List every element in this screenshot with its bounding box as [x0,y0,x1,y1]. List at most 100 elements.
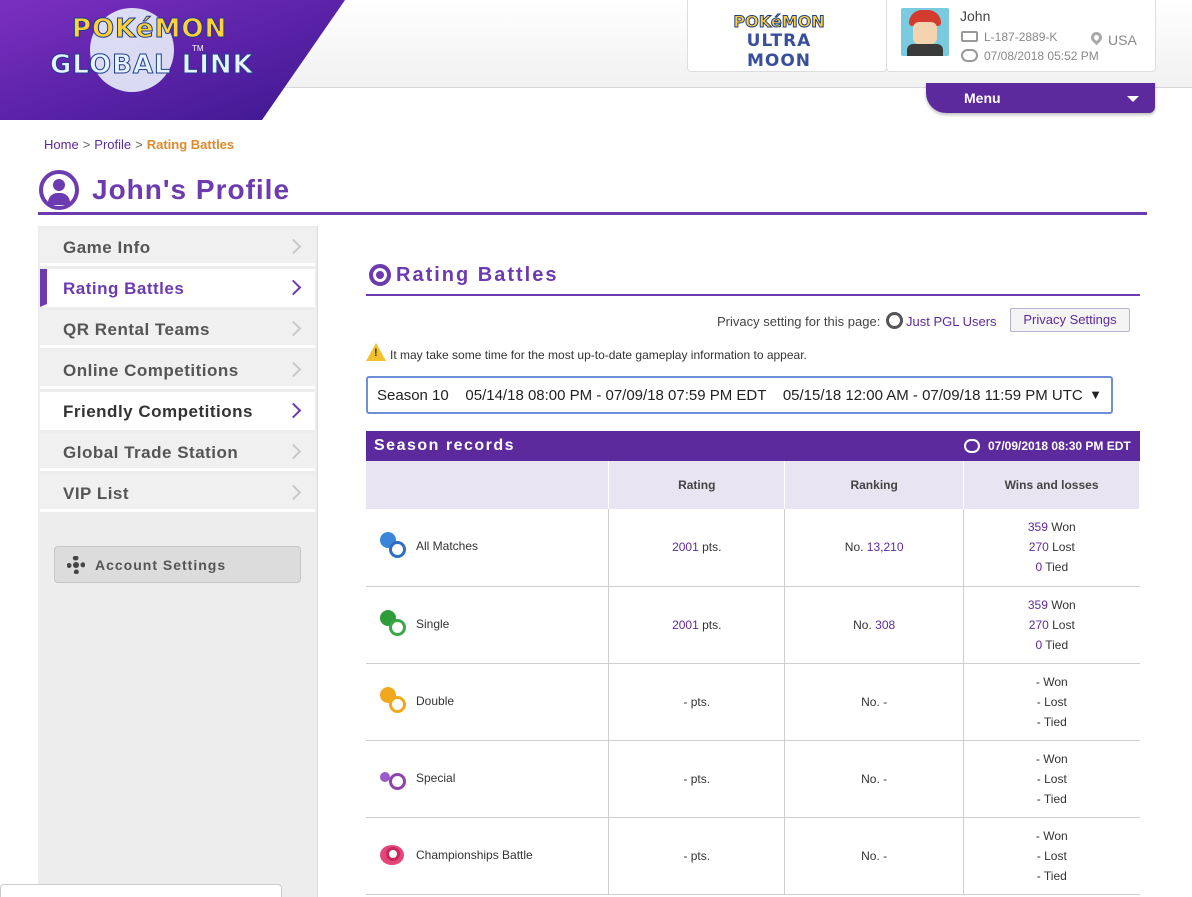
won-label: Won [1047,520,1076,535]
lost-label: Lost [1040,771,1067,786]
won-value: 359 [1027,597,1048,612]
ranking-prefix: No. [844,540,867,555]
lost-label: Lost [1040,848,1067,863]
won-value: 359 [1027,520,1048,535]
chevron-right-icon [285,484,302,501]
pokeball-icon [369,264,391,286]
user-datetime: 07/08/2018 05:52 PM [984,49,1099,63]
won-label: Won [1039,751,1068,766]
tied-label: Tied [1040,868,1067,883]
column-header-ranking: Ranking [784,461,965,509]
column-header-wins-losses: Wins and losses [963,461,1140,509]
sidebar-item-vip-list[interactable]: VIP List [40,474,315,512]
sidebar-item-label: Online Competitions [63,361,239,380]
user-id: L-187-2889-K [984,30,1058,44]
wins-losses-cell: - Won - Lost - Tied [963,740,1140,818]
update-notice: It may take some time for the most up-to… [390,348,807,362]
game-version-card: POKéMON ULTRA MOON [687,0,887,72]
table-header-row: Rating Ranking Wins and losses [366,461,1140,509]
format-name: All Matches [416,539,479,553]
ranking-cell: No. - [784,740,965,818]
rating-unit: pts. [687,771,711,786]
format-cell: Double [366,663,610,741]
privacy-settings-button[interactable]: Privacy Settings [1010,308,1130,332]
ranking-cell: No. - [784,817,965,895]
page-title: John's Profile [92,174,291,205]
table-row: All Matches 2001 pts. No. 13,210 359 Won… [366,509,1140,587]
sidebar-item-global-trade-station[interactable]: Global Trade Station [40,433,315,471]
sidebar-item-label: Rating Battles [63,279,185,298]
menu-dropdown[interactable]: Menu [926,83,1155,113]
championship-icon [380,841,408,869]
game-logo-line2: ULTRA MOON [746,31,812,71]
won-label: Won [1039,674,1068,689]
game-logo-line1: POKéMON [733,12,825,32]
sidebar-item-game-info[interactable]: Game Info [40,228,315,266]
lost-value: 270 [1028,617,1049,632]
ranking-prefix: No. [861,771,884,786]
location-pin-icon [1088,29,1105,46]
won-label: Won [1047,597,1076,612]
sidebar-item-label: Global Trade Station [63,443,239,462]
sidebar-item-online-competitions[interactable]: Online Competitions [40,351,315,389]
warning-mark: ! [374,347,378,359]
breadcrumb-profile[interactable]: Profile [94,137,131,152]
sidebar-item-label: VIP List [63,484,130,503]
format-name: Championships Battle [416,847,533,862]
rating-cell: - pts. [608,740,786,818]
rating-unit: pts. [687,694,711,709]
table-row: Single 2001 pts. No. 308 359 Won 270 Los… [366,586,1140,664]
season-select[interactable]: Season 10 05/14/18 08:00 PM - 07/09/18 0… [366,376,1113,414]
rating-value: 2001 [672,540,699,555]
dropdown-arrow-icon: ▼ [1089,387,1102,402]
ranking-prefix: No. [853,617,876,632]
format-name: Double [416,693,455,708]
pgl-logo[interactable]: POKéMON GLOBAL LINK TM [0,0,345,120]
ranking-cell: No. - [784,663,965,741]
sidebar-item-rating-battles[interactable]: Rating Battles [40,269,315,307]
wins-losses-cell: - Won - Lost - Tied [963,663,1140,741]
tied-label: Tied [1040,791,1067,806]
rating-cell: 2001 pts. [608,586,786,664]
chevron-right-icon [285,320,302,337]
account-settings-button[interactable]: Account Settings [54,546,301,583]
lost-label: Lost [1048,617,1075,632]
breadcrumb-current: Rating Battles [146,137,235,152]
sidebar-item-label: Game Info [63,238,151,257]
sidebar-item-qr-rental-teams[interactable]: QR Rental Teams [40,310,315,348]
format-cell: Special [366,740,610,818]
lost-label: Lost [1040,694,1067,709]
last-login-icon [961,49,978,62]
sidebar-item-friendly-competitions[interactable]: Friendly Competitions [40,392,315,430]
wins-losses-cell: 359 Won 270 Lost 0 Tied [963,509,1140,587]
globe-icon [380,532,408,560]
ranking-value: - [883,848,888,863]
user-card: John L-187-2889-K 07/08/2018 05:52 PM US… [886,0,1156,72]
ranking-cell: No. 13,210 [784,509,965,587]
format-name: Special [416,770,456,785]
lost-label: Lost [1048,540,1075,555]
user-name: John [960,8,991,24]
sidebar: Game Info Rating Battles QR Rental Teams… [38,226,318,897]
breadcrumb-separator: > [82,137,91,152]
table-row: Special - pts. No. - - Won - Lost - Tied [366,740,1140,818]
browser-status-bar [0,884,282,897]
rating-unit: pts. [698,617,722,632]
privacy-level-icon [886,312,903,329]
breadcrumb-separator: > [135,137,143,152]
privacy-label: Privacy setting for this page: [717,314,881,329]
id-card-icon [961,31,978,42]
breadcrumb: Home > Profile > Rating Battles [44,137,234,152]
ultra-moon-logo: POKéMON ULTRA MOON [714,12,844,72]
format-cell: All Matches [366,509,610,587]
tied-label: Tied [1040,714,1067,729]
rating-cell: - pts. [608,663,786,741]
menu-label: Menu [964,90,1001,106]
logo-tm: TM [192,44,204,53]
logo-pokemon-text: POKéMON [71,14,228,45]
breadcrumb-home[interactable]: Home [44,137,79,152]
format-cell: Championships Battle [366,817,610,895]
column-header [366,461,610,509]
special-battle-icon [380,764,408,792]
season-records-table: Rating Ranking Wins and losses All Match… [366,461,1140,895]
